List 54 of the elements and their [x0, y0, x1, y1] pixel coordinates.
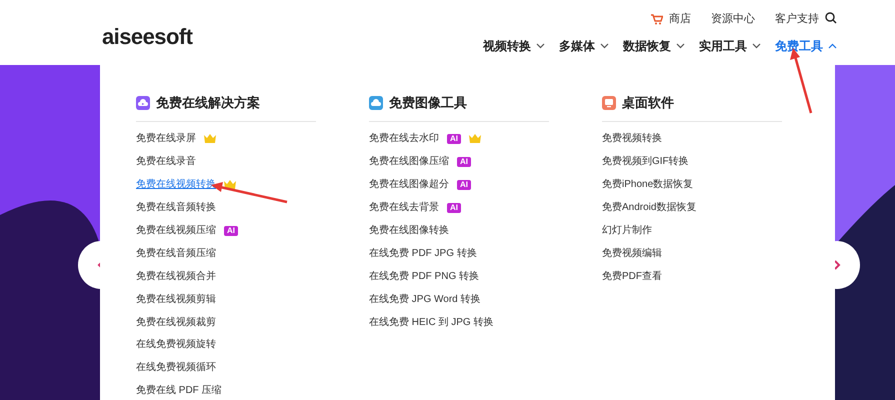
chevron-icon	[828, 43, 837, 49]
tool-link[interactable]: 免费Android数据恢复	[602, 200, 696, 216]
chevron-icon	[752, 43, 761, 49]
tool-link[interactable]: 免费在线录屏	[136, 131, 196, 146]
monitor-icon	[602, 96, 616, 110]
tool-link[interactable]: 免费在线 PDF 压缩	[136, 383, 222, 398]
tool-link[interactable]: 免费在线录音	[136, 154, 196, 170]
tool-link[interactable]: 在线免费视频旋转	[136, 337, 216, 352]
cart-icon	[651, 14, 663, 25]
tool-link[interactable]: 在线免费 JPG Word 转换	[369, 292, 480, 307]
chevron-icon	[600, 43, 609, 49]
tool-link[interactable]: 免费在线图像压缩	[369, 154, 449, 170]
top-link[interactable]: 客户支持	[775, 11, 819, 28]
nav-menu-item[interactable]: 数据恢复	[623, 37, 685, 55]
ai-badge: AI	[447, 134, 461, 144]
search-icon[interactable]	[825, 12, 837, 24]
tool-link[interactable]: 免费在线视频裁剪	[136, 314, 216, 330]
nav-menu-item[interactable]: 免费工具	[775, 37, 837, 55]
tool-link[interactable]: 免费在线图像转换	[369, 223, 449, 238]
tool-link[interactable]: 免费在线视频合并	[136, 268, 216, 284]
cloud-icon	[369, 96, 383, 110]
tool-link[interactable]: 免费在线视频压缩	[136, 223, 216, 238]
column-title: 免费在线解决方案	[156, 94, 260, 112]
tool-link[interactable]: 幻灯片制作	[602, 223, 652, 238]
top-link[interactable]: 资源中心	[711, 11, 755, 28]
tool-link[interactable]: 免费视频到GIF转换	[602, 154, 689, 170]
tool-link[interactable]: 免费在线图像超分	[369, 177, 449, 192]
tool-link[interactable]: 在线免费 PDF PNG 转换	[369, 268, 480, 284]
chevron-icon	[536, 43, 545, 49]
logo[interactable]: aiseesoft	[102, 20, 192, 53]
tool-link[interactable]: 在线免费视频循环	[136, 360, 216, 376]
nav-menu-item[interactable]: 视频转换	[483, 37, 545, 55]
column-title: 免费图像工具	[389, 94, 467, 112]
tool-link[interactable]: 免费在线去背景	[369, 200, 439, 216]
ai-badge: AI	[457, 156, 471, 167]
tool-link[interactable]: 免费在线音频转换	[136, 200, 216, 216]
cloud-icon	[136, 96, 150, 110]
ai-badge: AI	[224, 226, 238, 236]
chevron-icon	[676, 43, 685, 49]
tool-link[interactable]: 在线免费 HEIC 到 JPG 转换	[369, 314, 494, 330]
column-title: 桌面软件	[622, 94, 674, 112]
ai-badge: AI	[457, 180, 471, 190]
tool-link[interactable]: 免费视频编辑	[602, 246, 662, 261]
nav-menu-item[interactable]: 实用工具	[699, 37, 761, 55]
tool-link[interactable]: 免费在线去水印	[369, 131, 439, 146]
tool-link[interactable]: 免费在线视频剪辑	[136, 292, 216, 307]
ai-badge: AI	[447, 202, 461, 213]
tool-link[interactable]: 免费PDF查看	[602, 268, 662, 284]
top-link[interactable]: 商店	[651, 11, 691, 28]
tool-link[interactable]: 在线免费 PDF JPG 转换	[369, 246, 477, 261]
nav-menu-item[interactable]: 多媒体	[559, 37, 609, 55]
tool-link[interactable]: 免费在线音频压缩	[136, 246, 216, 261]
tool-link[interactable]: 免费iPhone数据恢复	[602, 177, 694, 192]
tool-link[interactable]: 免费视频转换	[602, 131, 662, 146]
